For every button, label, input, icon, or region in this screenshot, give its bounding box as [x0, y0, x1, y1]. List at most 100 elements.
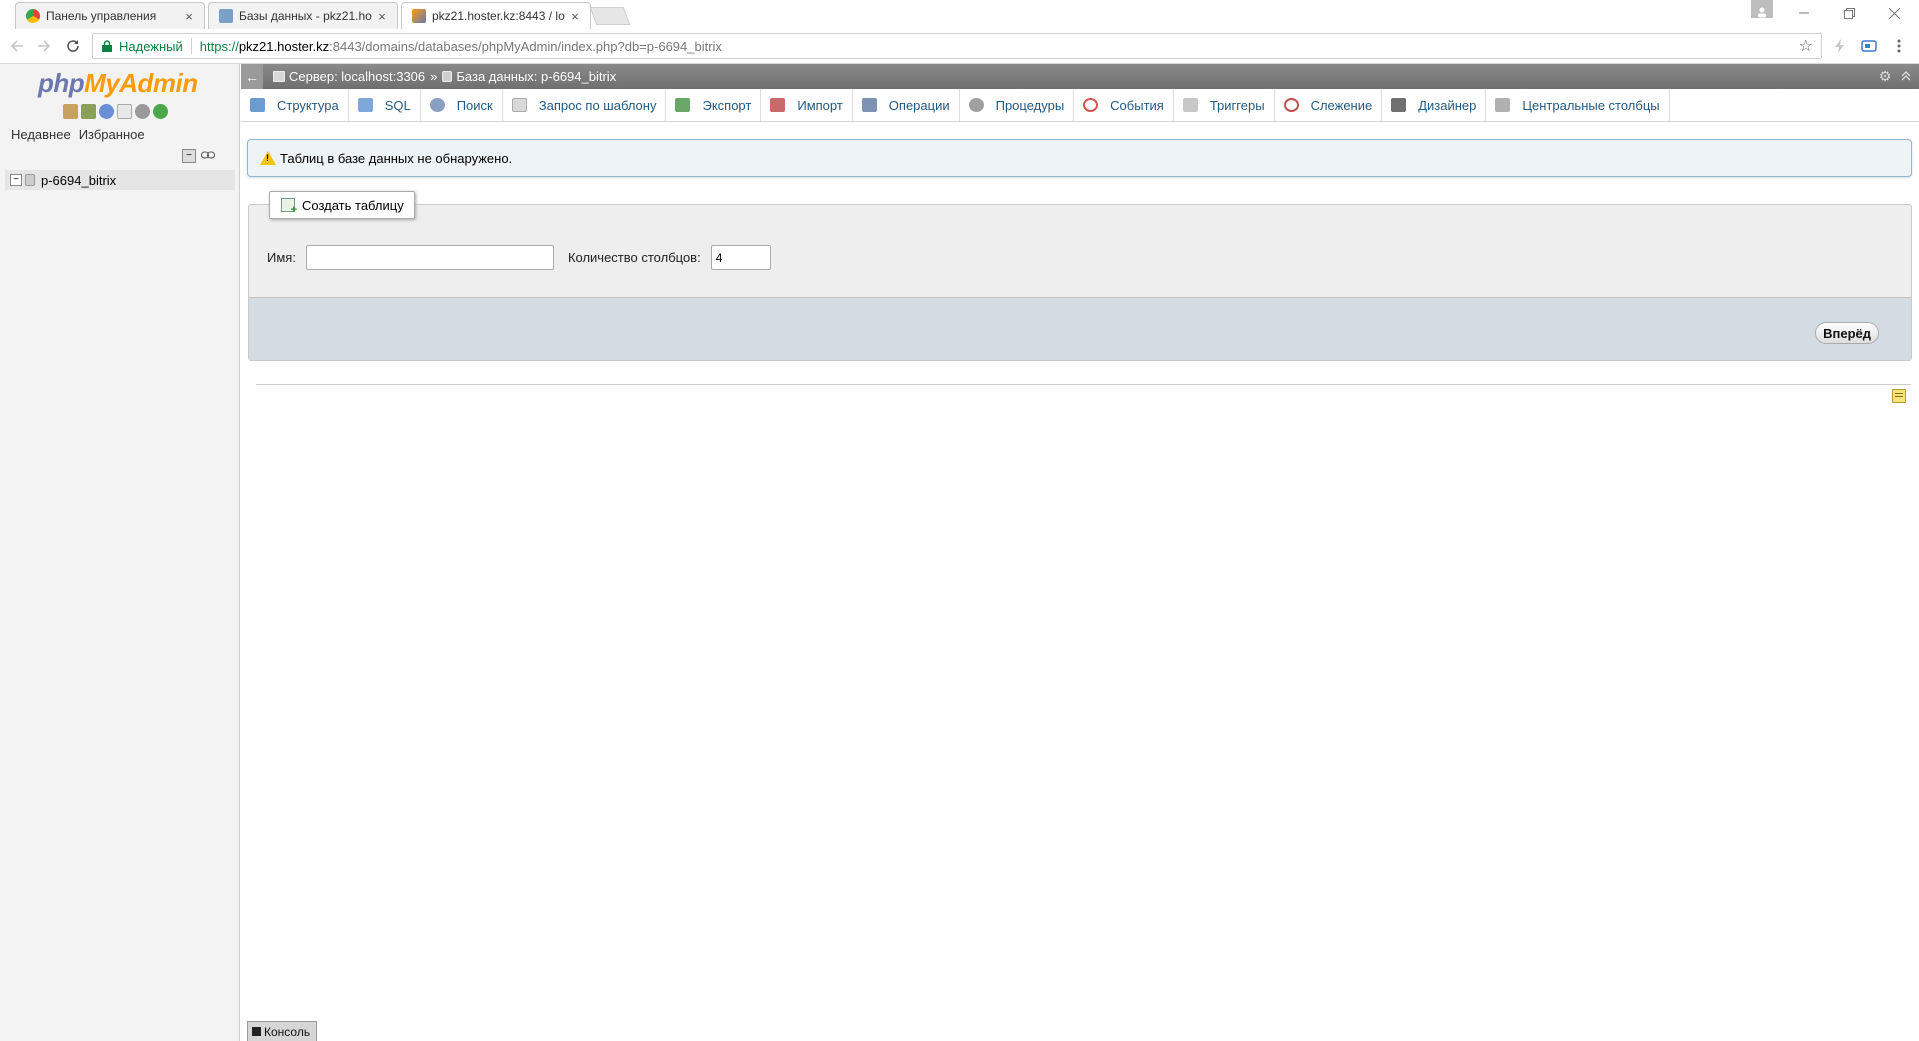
omnibox-separator — [190, 38, 192, 54]
url-path: :8443/domains/databases/phpMyAdmin/index… — [329, 38, 722, 54]
table-name-input[interactable] — [305, 245, 554, 270]
breadcrumb-bar: ← Сервер: localhost:3306 » База данных: … — [241, 64, 1919, 89]
browser-tab-3[interactable]: pkz21.hoster.kz:8443 / lo × — [401, 2, 591, 29]
help-icon[interactable] — [99, 104, 114, 119]
menu-kebab-icon[interactable] — [1888, 35, 1910, 57]
minimize-icon[interactable] — [1786, 2, 1822, 24]
tab-label: Структура — [277, 97, 339, 113]
add-table-icon — [281, 198, 297, 216]
bookmark-star-icon[interactable]: ☆ — [1799, 36, 1813, 56]
plesk-favicon-icon — [219, 9, 233, 23]
extension-cast-icon[interactable] — [1858, 35, 1880, 57]
database-icon — [25, 174, 35, 186]
triggers-icon — [1182, 98, 1198, 112]
restore-icon[interactable] — [1831, 2, 1867, 24]
extension-bolt-icon[interactable] — [1829, 35, 1851, 57]
gear-icon[interactable] — [135, 104, 150, 119]
navigation-panel: phpMyAdmin Недавнее Избранное − − p-6694… — [0, 64, 240, 1041]
breadcrumb-separator: » — [430, 69, 438, 84]
user-profile-icon[interactable] — [1751, 0, 1773, 18]
tab-label: Импорт — [797, 97, 843, 113]
tab-operations[interactable]: Операции — [853, 89, 960, 121]
docs-icon[interactable] — [117, 104, 132, 119]
settings-gear-icon[interactable]: ⚙ — [1876, 67, 1894, 85]
logout-icon[interactable] — [81, 104, 96, 119]
logo-myadmin: MyAdmin — [84, 68, 198, 98]
tab-label: Экспорт — [702, 97, 752, 113]
collapse-all-icon[interactable]: − — [182, 149, 196, 163]
tab-structure[interactable]: Структура — [241, 89, 349, 121]
recent-tab[interactable]: Недавнее — [11, 127, 71, 142]
tab-label: Операции — [888, 97, 950, 113]
tab-label: События — [1110, 97, 1164, 113]
close-tab-icon[interactable]: × — [375, 9, 389, 24]
favorites-tab[interactable]: Избранное — [79, 127, 145, 142]
console-toggle[interactable]: Консоль — [247, 1021, 317, 1041]
go-button[interactable]: Вперёд — [1815, 322, 1879, 344]
create-table-legend: Создать таблицу — [269, 191, 415, 219]
link-with-main-icon[interactable] — [201, 151, 217, 161]
tab-label: SQL — [384, 97, 411, 113]
columns-icon — [1495, 98, 1511, 112]
tab-routines[interactable]: Процедуры — [960, 89, 1075, 121]
close-tab-icon[interactable]: × — [568, 9, 582, 24]
tab-search[interactable]: Поиск — [421, 89, 503, 121]
tab-triggers[interactable]: Триггеры — [1174, 89, 1275, 121]
browser-tab-2[interactable]: Базы данных - pkz21.ho × — [208, 2, 398, 29]
create-table-form: Имя: Количество столбцов: — [267, 245, 771, 270]
reload-nav-icon[interactable] — [153, 104, 168, 119]
url-host: pkz21.hoster.kz — [238, 38, 330, 54]
tab-import[interactable]: Импорт — [761, 89, 853, 121]
columns-label: Количество столбцов: — [567, 250, 701, 265]
database-name[interactable]: p-6694_bitrix — [41, 173, 116, 188]
tab-label: Слежение — [1310, 97, 1373, 113]
tab-title: Панель управления — [46, 9, 157, 23]
server-icon — [273, 71, 285, 82]
page-notes-icon[interactable] — [1892, 389, 1906, 403]
tab-central-columns[interactable]: Центральные столбцы — [1486, 89, 1670, 121]
tab-title: Базы данных - pkz21.ho — [239, 9, 372, 23]
tab-events[interactable]: События — [1074, 89, 1174, 121]
tab-tracking[interactable]: Слежение — [1275, 89, 1383, 121]
tab-sql[interactable]: SQL — [349, 89, 421, 121]
nav-tabs: Недавнее Избранное — [11, 127, 145, 142]
structure-icon — [250, 98, 265, 112]
tab-query[interactable]: Запрос по шаблону — [503, 89, 667, 121]
close-tab-icon[interactable]: × — [182, 9, 196, 24]
breadcrumb-database[interactable]: База данных: p-6694_bitrix — [442, 69, 616, 84]
new-tab-button[interactable] — [589, 7, 631, 25]
eye-icon — [1283, 98, 1299, 112]
clock-icon — [1083, 98, 1099, 112]
home-icon[interactable] — [63, 104, 78, 119]
routines-icon — [968, 98, 984, 112]
secure-label: Надежный — [119, 38, 183, 54]
server-label[interactable]: Сервер: localhost:3306 — [289, 69, 425, 84]
columns-count-input[interactable] — [710, 245, 771, 270]
divider — [256, 384, 1911, 385]
tree-expander-icon[interactable]: − — [10, 174, 22, 186]
search-icon — [429, 98, 445, 112]
tab-designer[interactable]: Дизайнер — [1382, 89, 1487, 121]
query-icon — [511, 98, 527, 112]
phpmyadmin-logo[interactable]: phpMyAdmin — [38, 68, 198, 99]
back-icon[interactable] — [6, 35, 28, 57]
database-label[interactable]: База данных: p-6694_bitrix — [456, 69, 616, 84]
browser-toolbar: Надежный https://pkz21.hoster.kz:8443/do… — [0, 29, 1919, 64]
address-bar[interactable]: Надежный https://pkz21.hoster.kz:8443/do… — [92, 33, 1822, 59]
collapse-nav-arrow-icon[interactable]: ← — [241, 64, 263, 89]
create-table-fieldset: Создать таблицу Имя: Количество столбцов… — [248, 191, 1912, 361]
breadcrumb-server[interactable]: Сервер: localhost:3306 — [273, 69, 425, 84]
collapse-top-icon[interactable] — [1897, 67, 1915, 85]
designer-icon — [1391, 98, 1407, 112]
reload-icon[interactable] — [62, 35, 84, 57]
browser-tab-strip: Панель управления × Базы данных - pkz21.… — [0, 0, 1919, 29]
close-window-icon[interactable] — [1876, 2, 1912, 24]
tree-item-database[interactable]: − p-6694_bitrix — [5, 170, 235, 190]
tab-title: pkz21.hoster.kz:8443 / lo — [432, 9, 565, 23]
forward-icon[interactable] — [33, 35, 55, 57]
tab-label: Процедуры — [995, 97, 1065, 113]
browser-tab-1[interactable]: Панель управления × — [15, 2, 205, 29]
tab-label: Центральные столбцы — [1522, 97, 1660, 113]
tab-export[interactable]: Экспорт — [666, 89, 762, 121]
legend-text: Создать таблицу — [302, 197, 404, 213]
